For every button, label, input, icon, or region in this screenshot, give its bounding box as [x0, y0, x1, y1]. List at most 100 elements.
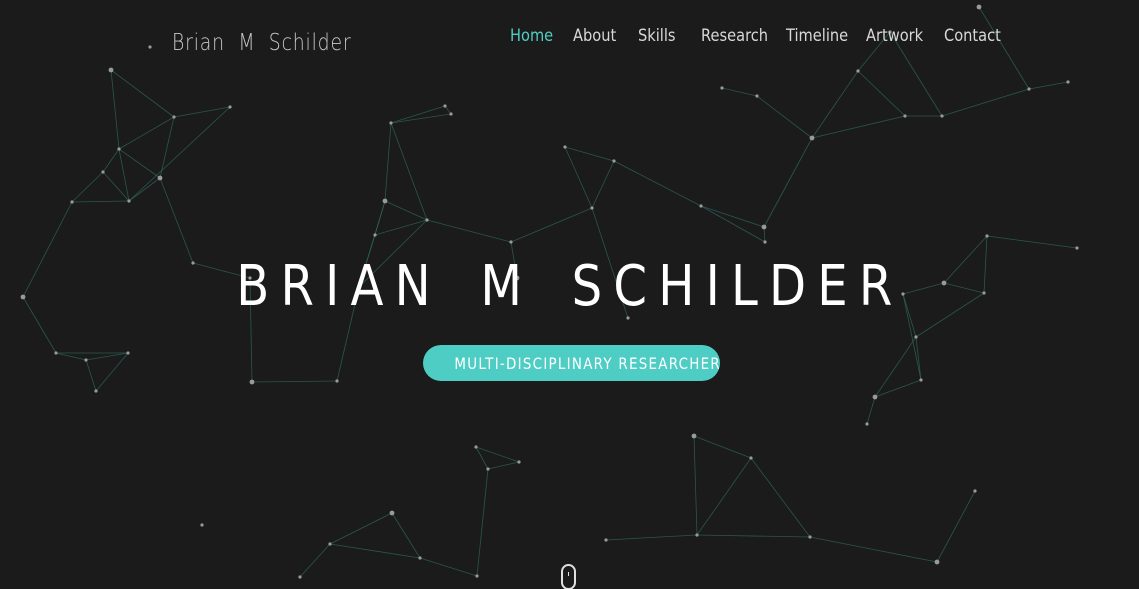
network-edge [564, 146, 593, 209]
network-edge [564, 146, 615, 162]
network-node [389, 510, 395, 516]
network-edge [693, 435, 752, 459]
network-edge [936, 490, 976, 563]
network-node [856, 69, 860, 73]
network-node [763, 240, 767, 244]
network-node [940, 114, 944, 118]
network-edge [102, 171, 130, 202]
network-node [872, 394, 878, 400]
network-edge [118, 148, 130, 202]
network-node [903, 114, 907, 118]
network-node [249, 379, 255, 385]
network-edge [390, 122, 428, 221]
nav-item-research[interactable]: Research [701, 24, 768, 48]
network-node [985, 234, 989, 238]
network-node [865, 422, 869, 426]
network-node [509, 240, 513, 244]
network-edge [721, 87, 758, 97]
mouse-scroll-icon[interactable] [561, 564, 576, 589]
network-node [720, 86, 724, 90]
network-node [328, 542, 332, 546]
network-node [127, 199, 131, 203]
network-edge [159, 116, 175, 179]
hero-section: Brian M Schilder Home About Skills Resea… [0, 0, 1139, 589]
network-edge [475, 446, 520, 463]
network-edge [159, 177, 194, 264]
nav-item-home[interactable]: Home [510, 24, 553, 48]
network-node [117, 147, 121, 151]
network-edge [329, 543, 421, 559]
network-edge [487, 461, 520, 470]
network-node [449, 112, 453, 116]
network-node [749, 456, 753, 460]
network-edge [85, 359, 97, 392]
network-node [808, 535, 812, 539]
network-edge [866, 396, 876, 425]
researcher-cta-button[interactable]: MULTI-DISCIPLINARY RESEARCHER [423, 345, 720, 381]
cta-label: MULTI-DISCIPLINARY RESEARCHER [454, 354, 720, 373]
network-edge [978, 6, 1030, 90]
network-edge [696, 534, 811, 538]
network-node [70, 200, 74, 204]
network-edge [874, 379, 922, 398]
network-node [691, 433, 697, 439]
network-node [425, 218, 429, 222]
network-edge [591, 160, 615, 209]
network-edge [696, 457, 752, 536]
network-edge [693, 435, 698, 536]
site-logo-text[interactable]: Brian M Schilder [172, 30, 351, 56]
network-edge [71, 200, 130, 203]
network-node [486, 467, 490, 471]
network-node [157, 175, 163, 181]
nav-item-timeline[interactable]: Timeline [786, 24, 848, 48]
network-edge [390, 105, 446, 124]
network-node [919, 378, 923, 382]
network-edge [55, 352, 87, 361]
network-node [475, 574, 479, 578]
network-edge [605, 534, 698, 541]
nav-item-artwork[interactable]: Artwork [866, 24, 923, 48]
nav-item-contact[interactable]: Contact [944, 24, 1001, 48]
network-node [418, 556, 422, 560]
network-node [1027, 87, 1031, 91]
network-node [604, 538, 608, 542]
network-edge [110, 69, 175, 118]
network-edge [384, 122, 392, 202]
network-node [101, 170, 105, 174]
network-edge [128, 177, 161, 202]
network-edge [756, 95, 813, 139]
network-edge [299, 543, 331, 578]
network-node [373, 233, 377, 237]
network-edge [941, 88, 1030, 117]
network-edge [613, 160, 702, 207]
network-edge [118, 148, 161, 179]
network-edge [986, 235, 1078, 249]
network-node [563, 145, 567, 149]
network-node [54, 351, 58, 355]
network-node [1075, 246, 1079, 250]
network-node [298, 575, 302, 579]
network-edge [426, 219, 512, 243]
network-node [94, 389, 98, 393]
network-edge [811, 70, 859, 139]
network-edge [391, 512, 421, 559]
network-node [517, 460, 521, 464]
network-edge [118, 116, 175, 150]
network-edge [510, 207, 593, 243]
network-edge [251, 380, 338, 383]
network-edge [102, 148, 120, 173]
network-edge [419, 557, 478, 577]
network-edge [128, 106, 231, 202]
nav-item-about[interactable]: About [573, 24, 616, 48]
network-edge [811, 115, 906, 139]
network-node [200, 523, 204, 527]
network-edge [71, 171, 104, 203]
hero-title: BRIAN M SCHILDER [0, 254, 1139, 319]
nav-item-skills[interactable]: Skills [638, 24, 676, 48]
network-node [761, 224, 767, 230]
hero-title-text: BRIAN M SCHILDER [235, 254, 904, 319]
network-node [172, 115, 176, 119]
network-edge [329, 512, 393, 545]
network-edge [809, 536, 938, 563]
network-node [590, 206, 594, 210]
